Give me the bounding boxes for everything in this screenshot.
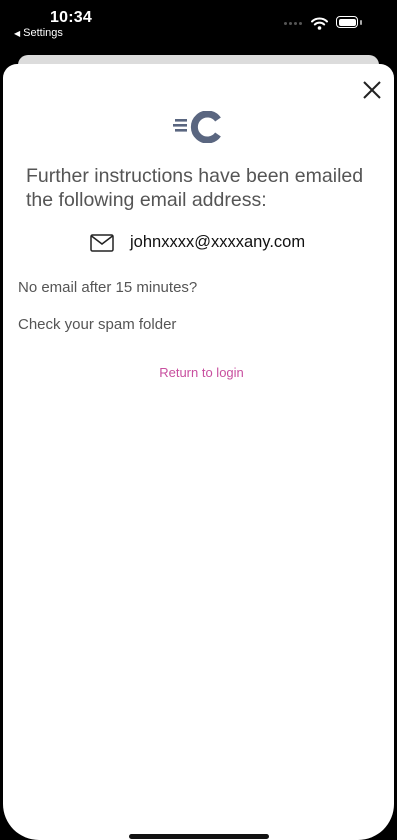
- close-icon[interactable]: [358, 76, 386, 104]
- battery-icon: [336, 16, 358, 28]
- spam-folder-hint: Check your spam folder: [18, 316, 177, 333]
- back-to-settings-link[interactable]: ◀ Settings: [14, 27, 63, 39]
- envelope-icon: [90, 233, 114, 252]
- home-indicator: [129, 834, 269, 839]
- signal-icon: [284, 22, 302, 25]
- status-time: 10:34: [50, 9, 92, 26]
- return-to-login-link[interactable]: Return to login: [0, 365, 397, 380]
- brand-c-logo: [173, 111, 221, 143]
- status-bar: 10:34 ◀ Settings: [0, 0, 397, 48]
- email-address: johnxxxx@xxxxany.com: [130, 233, 306, 251]
- instructions-headline: Further instructions have been emailed t…: [26, 165, 364, 211]
- back-settings-label: Settings: [23, 27, 63, 39]
- wifi-icon: [311, 17, 328, 30]
- back-arrow-icon: ◀: [14, 28, 21, 38]
- email-row: johnxxxx@xxxxany.com: [90, 233, 305, 252]
- no-email-hint: No email after 15 minutes?: [18, 279, 198, 296]
